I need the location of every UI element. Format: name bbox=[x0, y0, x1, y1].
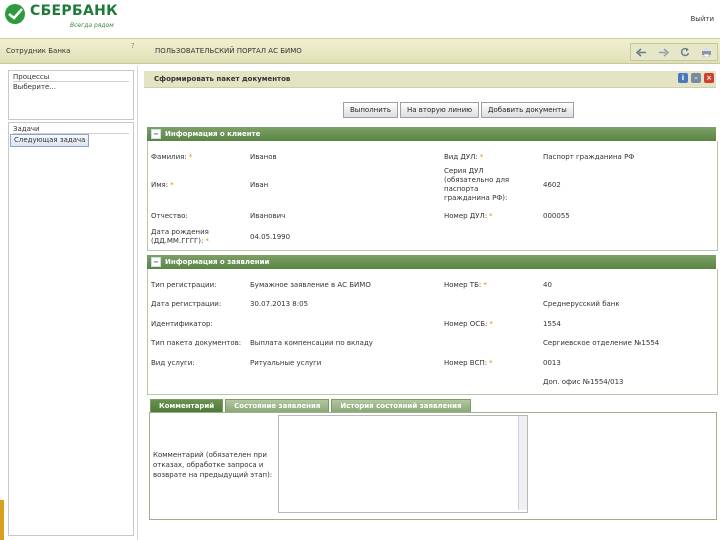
comment-textarea[interactable] bbox=[278, 415, 528, 513]
forward-icon[interactable] bbox=[658, 47, 670, 57]
field-label-name: Имя: * bbox=[151, 181, 174, 189]
field-label-id-series: Серия ДУЛ (обязательно для паспорта граж… bbox=[444, 167, 510, 202]
application-section-header[interactable]: − Информация о заявлении bbox=[147, 255, 716, 269]
processes-box: Процессы Выберите... bbox=[8, 70, 134, 120]
field-label-vsp-number: Номер ВСП: * bbox=[444, 359, 493, 367]
field-label-tb-number: Номер ТБ: * bbox=[444, 281, 487, 289]
field-label-id-number: Номер ДУЛ: * bbox=[444, 212, 493, 220]
comment-label: Комментарий (обязателен при отказах, обр… bbox=[153, 451, 273, 479]
tasks-box: Задачи bbox=[8, 122, 134, 536]
field-label-reg-date: Дата регистрации: bbox=[151, 300, 222, 308]
client-section-header[interactable]: − Информация о клиенте bbox=[147, 127, 716, 141]
print-icon[interactable] bbox=[701, 47, 712, 57]
field-value-vsp-number: 0013 bbox=[543, 359, 561, 367]
comment-scrollbar[interactable] bbox=[518, 416, 527, 510]
field-value-patronymic: Иванович bbox=[250, 212, 286, 220]
minimize-icon[interactable]: – bbox=[691, 73, 701, 83]
field-value-package-type: Выплата компенсации по вкладу bbox=[250, 339, 373, 347]
field-value-id-series: 4602 bbox=[543, 181, 561, 189]
add-documents-button[interactable]: Добавить документы bbox=[481, 102, 574, 118]
top-bar: Сотрудник Банка ? ПОЛЬЗОВАТЕЛЬСКИЙ ПОРТА… bbox=[0, 38, 720, 64]
field-value-osb-number: 1554 bbox=[543, 320, 561, 328]
field-value-service-type: Ритуальные услуги bbox=[250, 359, 322, 367]
field-value-id-type: Паспорт гражданина РФ bbox=[543, 153, 635, 161]
processes-select[interactable]: Выберите... bbox=[9, 82, 133, 92]
application-section-body: Тип регистрации: Бумажное заявление в АС… bbox=[147, 269, 718, 395]
field-value-birthdate: 04.05.1990 bbox=[250, 233, 291, 241]
field-value-tb-name: Среднерусский банк bbox=[543, 300, 620, 308]
brand-name: СБЕРБАНК bbox=[30, 3, 118, 19]
field-value-id-number: 000055 bbox=[543, 212, 570, 220]
field-label-birthdate: Дата рождения (ДД.ММ.ГГГГ): * bbox=[151, 228, 209, 245]
portal-title: ПОЛЬЗОВАТЕЛЬСКИЙ ПОРТАЛ АС БИМО bbox=[155, 47, 302, 55]
toolbar-icons bbox=[630, 43, 718, 61]
form-title: Сформировать пакет документов bbox=[154, 75, 291, 83]
field-value-osb-name: Сергиевское отделение №1554 bbox=[543, 339, 660, 347]
application-section-title: Информация о заявлении bbox=[165, 258, 270, 266]
client-section-body: Фамилия: * Иванов Имя: * Иван Отчество: Ив… bbox=[147, 141, 718, 251]
tab-state-history[interactable]: История состояний заявления bbox=[331, 399, 471, 412]
collapse-icon[interactable]: − bbox=[151, 129, 161, 139]
bottom-tabs: Комментарий Состояние заявления История … bbox=[150, 399, 471, 412]
brand-slogan: Всегда рядом bbox=[70, 22, 114, 29]
field-label-surname: Фамилия: * bbox=[151, 153, 193, 161]
client-section-title: Информация о клиенте bbox=[165, 130, 261, 138]
field-value-reg-date: 30.07.2013 8:05 bbox=[250, 300, 309, 308]
exit-link[interactable]: Выйти bbox=[690, 15, 714, 23]
field-value-vsp-name: Доп. офис №1554/013 bbox=[543, 378, 624, 386]
left-edge-strip bbox=[0, 500, 4, 540]
tasks-label: Задачи bbox=[13, 125, 40, 133]
help-icon[interactable]: ? bbox=[131, 42, 135, 50]
field-label-patronymic: Отчество: bbox=[151, 212, 188, 220]
next-task-button[interactable]: Следующая задача bbox=[10, 134, 90, 147]
comment-panel: Комментарий (обязателен при отказах, обр… bbox=[149, 412, 717, 520]
processes-label: Процессы bbox=[13, 73, 50, 81]
field-label-reg-type: Тип регистрации: bbox=[151, 281, 217, 289]
app-header: СБЕРБАНК Всегда рядом Выйти bbox=[0, 0, 720, 36]
info-icon[interactable]: i bbox=[678, 73, 688, 83]
field-value-name: Иван bbox=[250, 181, 269, 189]
execute-button[interactable]: Выполнить bbox=[343, 102, 398, 118]
field-label-identifier: Идентификатор: bbox=[151, 320, 213, 328]
sberbank-logo-icon bbox=[4, 3, 26, 25]
tab-application-state[interactable]: Состояние заявления bbox=[225, 399, 330, 412]
second-line-button[interactable]: На вторую линию bbox=[400, 102, 480, 118]
field-value-surname: Иванов bbox=[250, 153, 277, 161]
field-label-id-type: Вид ДУЛ: * bbox=[444, 153, 484, 161]
employee-title: Сотрудник Банка bbox=[6, 47, 71, 55]
field-label-service-type: Вид услуги: bbox=[151, 359, 195, 367]
field-value-tb-number: 40 bbox=[543, 281, 552, 289]
field-label-package-type: Тип пакета документов: bbox=[151, 339, 242, 347]
action-buttons: Выполнить На вторую линию Добавить докум… bbox=[343, 102, 574, 118]
form-title-icons: i – × bbox=[678, 73, 714, 83]
collapse-icon[interactable]: − bbox=[151, 257, 161, 267]
back-icon[interactable] bbox=[636, 47, 647, 57]
field-value-reg-type: Бумажное заявление в АС БИМО bbox=[250, 281, 371, 289]
tab-comment[interactable]: Комментарий bbox=[150, 399, 224, 412]
field-label-osb-number: Номер ОСБ: * bbox=[444, 320, 493, 328]
form-title-bar: Сформировать пакет документов i – × bbox=[144, 71, 716, 88]
close-icon[interactable]: × bbox=[704, 73, 714, 83]
refresh-icon[interactable] bbox=[680, 47, 690, 57]
